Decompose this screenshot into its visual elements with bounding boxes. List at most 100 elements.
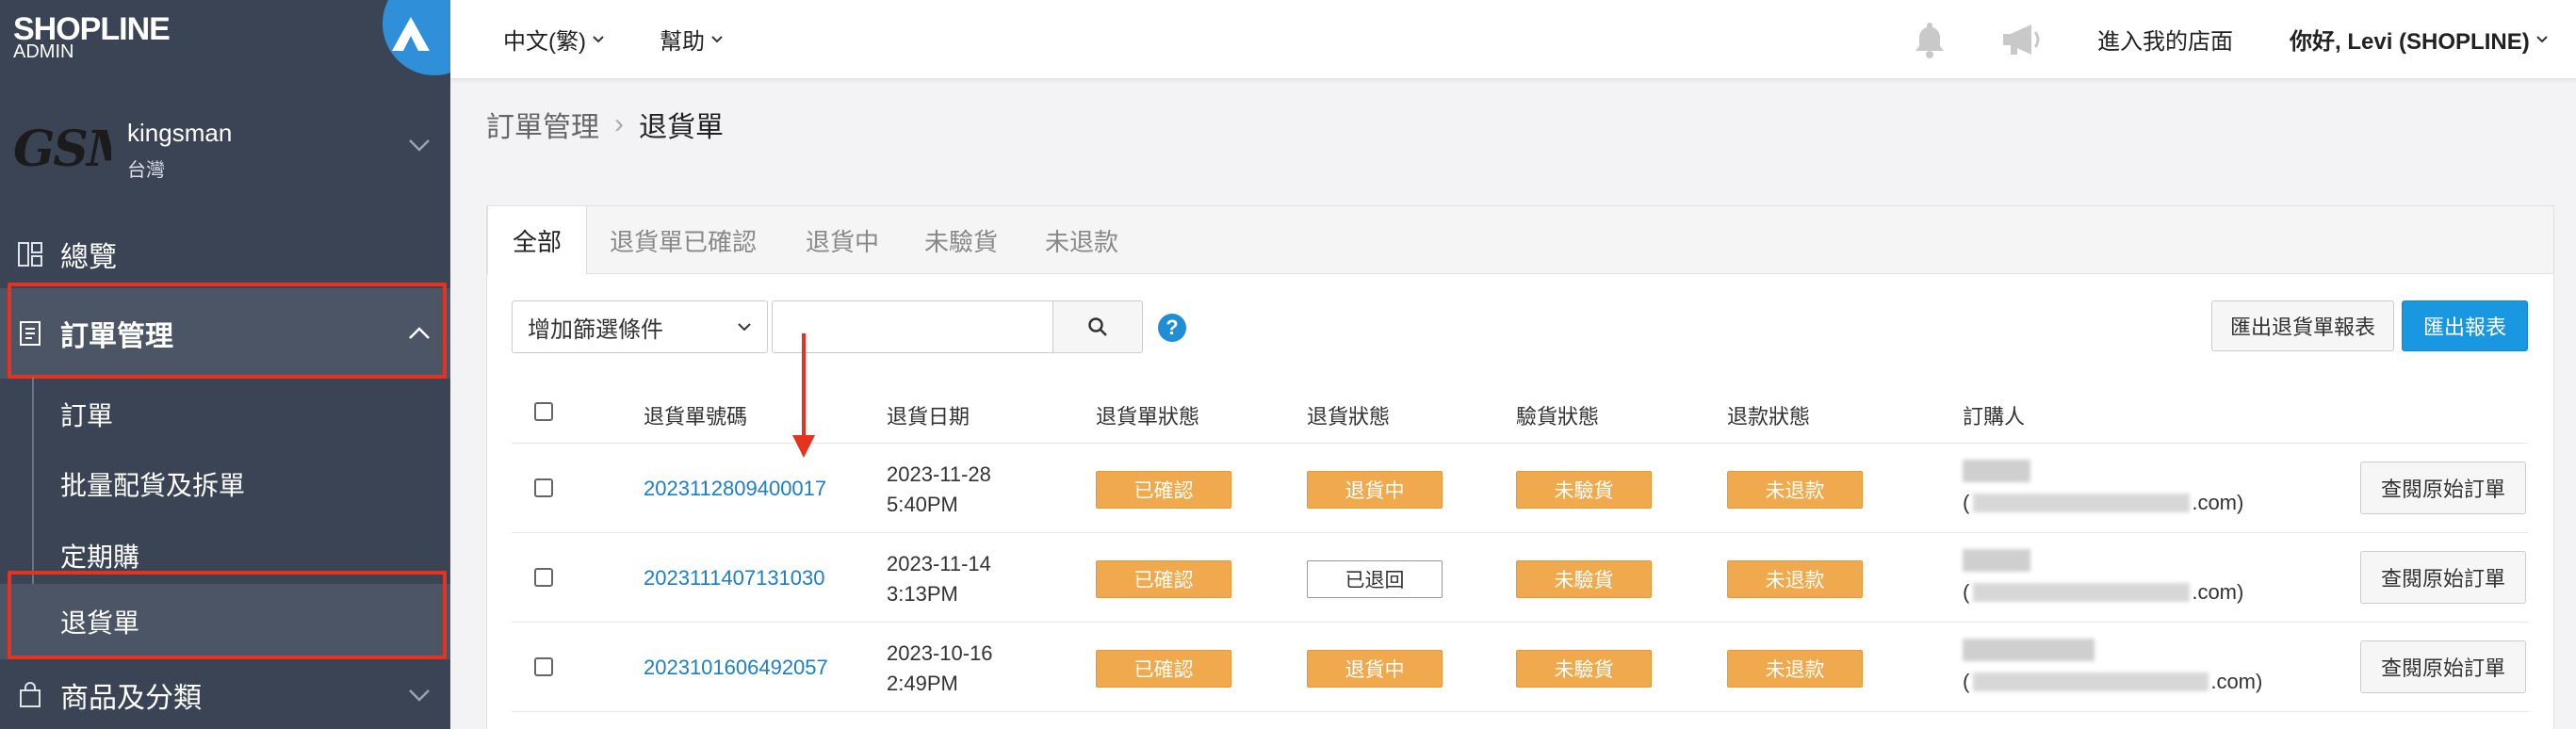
return-date: 2023-10-16 2:49PM [887, 639, 993, 699]
view-original-order-button[interactable]: 查閱原始訂單 [2360, 462, 2526, 514]
view-original-order-button[interactable]: 查閱原始訂單 [2360, 640, 2526, 693]
chevron-down-icon [2535, 35, 2548, 42]
sidebar-item-products[interactable]: 商品及分類 [0, 671, 450, 720]
col-return-number: 退貨單號碼 [644, 405, 748, 429]
date-value: 2023-10-16 [887, 641, 993, 665]
return-date: 2023-11-28 5:40PM [887, 460, 991, 520]
sidebar-item-label: 商品及分類 [60, 683, 202, 714]
chevron-down-icon [409, 139, 430, 152]
email-suffix: .com) [2210, 670, 2263, 693]
row-checkbox[interactable] [534, 657, 553, 676]
chevron-down-icon [711, 35, 723, 42]
shopping-bag-icon [13, 678, 47, 712]
help-dropdown[interactable]: 幫助 [660, 23, 724, 56]
tab-confirmed[interactable]: 退貨單已確認 [585, 206, 781, 275]
customer-email: ( .com) [1963, 580, 2244, 604]
status-badge: 已確認 [1096, 471, 1231, 509]
filter-select-label: 增加篩選條件 [528, 316, 663, 343]
help-icon[interactable]: ? [1158, 314, 1186, 342]
view-original-order-button[interactable]: 查閱原始訂單 [2360, 551, 2526, 604]
sidebar-item-overview[interactable]: 總覽 [0, 230, 450, 279]
store-country: 台灣 [127, 160, 165, 181]
status-badge: 未驗貨 [1516, 650, 1652, 688]
chevron-down-icon [738, 323, 751, 332]
return-date: 2023-11-14 3:13PM [887, 549, 991, 609]
breadcrumb-current: 退貨單 [639, 112, 724, 143]
language-dropdown[interactable]: 中文(繁) [503, 23, 605, 56]
tab-unrefunded[interactable]: 未退款 [1020, 206, 1143, 275]
return-number-link[interactable]: 2023112809400017 [644, 477, 826, 501]
sidebar-item-label: 總覽 [60, 242, 117, 273]
date-value: 2023-11-14 [887, 552, 991, 575]
sidebar: SHOPLINE ADMIN GSM kingsman 台灣 總覽 訂單管理 訂… [0, 0, 486, 729]
tab-returning[interactable]: 退貨中 [781, 206, 904, 275]
sidebar-subitem-orders[interactable]: 訂單 [0, 384, 450, 445]
customer-name-blurred [1963, 549, 2030, 572]
status-badge: 退貨中 [1307, 471, 1443, 509]
dashboard-icon [13, 237, 47, 271]
customer-email: ( .com) [1963, 670, 2263, 693]
filter-condition-select[interactable]: 增加篩選條件 [512, 300, 768, 353]
highlight-box [8, 571, 447, 659]
chevron-down-icon [593, 35, 604, 42]
status-badge: 未退款 [1727, 471, 1863, 509]
bell-icon[interactable] [1909, 19, 1950, 60]
status-badge: 未退款 [1727, 650, 1863, 688]
row-checkbox[interactable] [534, 478, 553, 497]
user-greeting: 你好, Levi (SHOPLINE) [2290, 29, 2530, 55]
status-badge: 未驗貨 [1516, 560, 1652, 598]
customer-name-blurred [1963, 460, 2030, 482]
logo-area: SHOPLINE ADMIN [0, 0, 486, 81]
customer-name-blurred [1963, 639, 2095, 661]
tab-all[interactable]: 全部 [487, 206, 588, 275]
megaphone-icon[interactable] [1999, 21, 2045, 58]
col-refund-status: 退款狀態 [1727, 405, 1811, 429]
store-switcher[interactable]: GSM kingsman 台灣 [0, 81, 450, 205]
breadcrumb-separator: › [614, 108, 624, 139]
email-blurred [1973, 494, 2191, 512]
highlight-box [8, 283, 447, 379]
col-return-date: 退貨日期 [887, 405, 970, 429]
export-returns-report-button[interactable]: 匯出退貨單報表 [2211, 300, 2394, 351]
email-suffix: .com) [2192, 580, 2244, 604]
status-badge: 退貨中 [1307, 650, 1443, 688]
time-value: 3:13PM [887, 582, 958, 606]
tab-bar: 全部 退貨單已確認 退貨中 未驗貨 未退款 [487, 206, 2553, 275]
date-value: 2023-11-28 [887, 462, 991, 486]
col-return-status: 退貨狀態 [1307, 405, 1391, 429]
email-blurred [1973, 583, 2191, 602]
status-badge: 未驗貨 [1516, 471, 1652, 509]
status-badge: 未退款 [1727, 560, 1863, 598]
brand-sub: ADMIN [13, 41, 74, 62]
chevron-down-icon [409, 689, 430, 702]
user-menu[interactable]: 你好, Levi (SHOPLINE) [2290, 23, 2549, 56]
table-row: 2023111407131030 2023-11-14 3:13PM 已確認 已… [512, 534, 2528, 623]
search-icon [1088, 317, 1107, 336]
select-all-checkbox[interactable] [534, 402, 553, 421]
table-row: 2023101606492057 2023-10-16 2:49PM 已確認 退… [512, 624, 2528, 712]
returns-panel: 全部 退貨單已確認 退貨中 未驗貨 未退款 增加篩選條件 ? 匯出退貨單報表 匯… [486, 205, 2554, 729]
time-value: 2:49PM [887, 672, 958, 695]
breadcrumb: 訂單管理 › 退貨單 [486, 104, 724, 145]
time-value: 5:40PM [887, 493, 958, 516]
col-inspection-status: 驗貨狀態 [1516, 405, 1600, 429]
export-report-button[interactable]: 匯出報表 [2402, 300, 2528, 351]
return-number-link[interactable]: 2023101606492057 [644, 656, 828, 680]
search-button[interactable] [1052, 300, 1143, 353]
return-number-link[interactable]: 2023111407131030 [644, 566, 825, 591]
language-label: 中文(繁) [503, 29, 586, 55]
sidebar-subitem-bulk-fulfillment[interactable]: 批量配貨及拆單 [0, 454, 450, 514]
help-label: 幫助 [660, 29, 705, 55]
status-badge: 已確認 [1096, 560, 1231, 598]
breadcrumb-parent[interactable]: 訂單管理 [486, 104, 599, 145]
store-logo: GSM [13, 121, 111, 178]
email-blurred [1973, 672, 2209, 691]
store-name: kingsman [127, 119, 233, 147]
customer-email: ( .com) [1963, 491, 2244, 514]
row-checkbox[interactable] [534, 568, 553, 587]
col-customer: 訂購人 [1963, 405, 2026, 429]
enter-store-link[interactable]: 進入我的店面 [2097, 23, 2233, 56]
annotation-arrow-icon [792, 333, 815, 458]
tab-uninspected[interactable]: 未驗貨 [900, 206, 1022, 275]
topbar: 中文(繁) 幫助 進入我的店面 你好, Levi (SHOPLINE) [450, 0, 2576, 79]
